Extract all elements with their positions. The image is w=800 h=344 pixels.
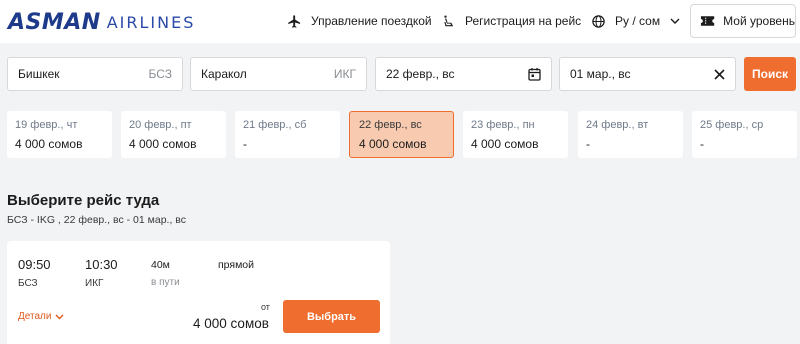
manage-booking-link[interactable]: Управление поездкой [287, 12, 432, 30]
departure-date-field[interactable]: 22 февр., вс [375, 57, 552, 91]
arrival-time: 10:30 [85, 257, 118, 272]
date-option-date: 24 февр., вт [586, 119, 649, 131]
date-option-date: 23 февр., пн [471, 119, 535, 131]
date-option[interactable]: 20 февр., пт 4 000 сомов [121, 111, 226, 158]
checkin-label: Регистрация на рейс [465, 14, 582, 28]
arrival-code: ИКГ [85, 278, 104, 289]
destination-code: ИКГ [333, 67, 356, 81]
departure-time: 09:50 [18, 257, 51, 272]
search-button[interactable]: Поиск [744, 57, 796, 91]
airline-logo[interactable]: ASMAN AIRLINES [8, 9, 196, 35]
date-option[interactable]: 19 февр., чт 4 000 сомов [7, 111, 112, 158]
date-option[interactable]: 25 февр., ср - [692, 111, 797, 158]
top-header: ASMAN AIRLINES Управление поездкой Регис… [0, 0, 800, 43]
date-option-price: 4 000 сомов [129, 137, 197, 151]
return-date-value: 01 мар., вс [570, 67, 631, 81]
manage-booking-label: Управление поездкой [311, 14, 432, 28]
destination-field[interactable]: Каракол ИКГ [190, 57, 367, 91]
origin-field[interactable]: Бишкек БСЗ [7, 57, 183, 91]
chevron-down-icon [670, 18, 680, 24]
origin-code: БСЗ [148, 67, 172, 81]
seat-icon [444, 15, 454, 27]
clear-icon[interactable] [714, 68, 725, 80]
date-option-price: - [700, 137, 704, 151]
date-option-date: 19 февр., чт [15, 119, 78, 131]
date-option-price: - [243, 137, 247, 151]
flight-type: прямой [218, 259, 255, 271]
date-option[interactable]: 23 февр., пн 4 000 сомов [463, 111, 568, 158]
date-option-price: - [586, 137, 590, 151]
select-flight-button[interactable]: Выбрать [283, 300, 380, 333]
departure-code: БСЗ [18, 278, 38, 289]
flight-price: 4 000 сомов [193, 316, 269, 331]
return-date-field[interactable]: 01 мар., вс [559, 57, 736, 91]
flight-card: 09:50 БСЗ 10:30 ИКГ 40м в пути прямой Де… [7, 241, 390, 344]
date-option[interactable]: 24 февр., вт - [578, 111, 683, 158]
origin-city: Бишкек [18, 67, 60, 81]
date-option-date: 21 февр., сб [243, 119, 307, 131]
my-level-button[interactable]: Мой уровень [690, 4, 796, 38]
details-link[interactable]: Детали [18, 311, 64, 322]
globe-icon [592, 14, 605, 28]
price-from-label: от [261, 302, 270, 312]
departure-date-value: 22 февр., вс [386, 67, 455, 81]
date-option-price: 4 000 сомов [359, 137, 427, 151]
language-label: Ру / сом [615, 14, 661, 28]
language-currency-selector[interactable]: Ру / сом [591, 12, 680, 30]
ticket-icon [700, 16, 715, 26]
logo-main: ASMAN [8, 9, 101, 35]
my-level-label: Мой уровень [723, 14, 795, 28]
section-subtitle: БСЗ - IKG , 22 февр., вс - 01 мар., вс [7, 214, 186, 226]
date-option-date: 20 февр., пт [129, 119, 192, 131]
calendar-icon[interactable] [528, 67, 541, 81]
date-option-selected[interactable]: 22 февр., вс 4 000 сомов [349, 111, 454, 158]
airplane-icon [288, 14, 301, 28]
date-option-price: 4 000 сомов [471, 137, 539, 151]
section-title: Выберите рейс туда [7, 192, 160, 209]
date-option-date: 22 февр., вс [359, 119, 422, 131]
checkin-link[interactable]: Регистрация на рейс [442, 12, 581, 30]
date-option-date: 25 февр., ср [700, 119, 764, 131]
logo-sub: AIRLINES [106, 12, 196, 32]
destination-city: Каракол [201, 67, 247, 81]
chevron-down-icon [55, 314, 64, 319]
details-label: Детали [18, 311, 52, 322]
duration-label: в пути [151, 277, 180, 288]
date-option-price: 4 000 сомов [15, 137, 83, 151]
date-option[interactable]: 21 февр., сб - [235, 111, 340, 158]
flight-duration: 40м [151, 259, 170, 271]
